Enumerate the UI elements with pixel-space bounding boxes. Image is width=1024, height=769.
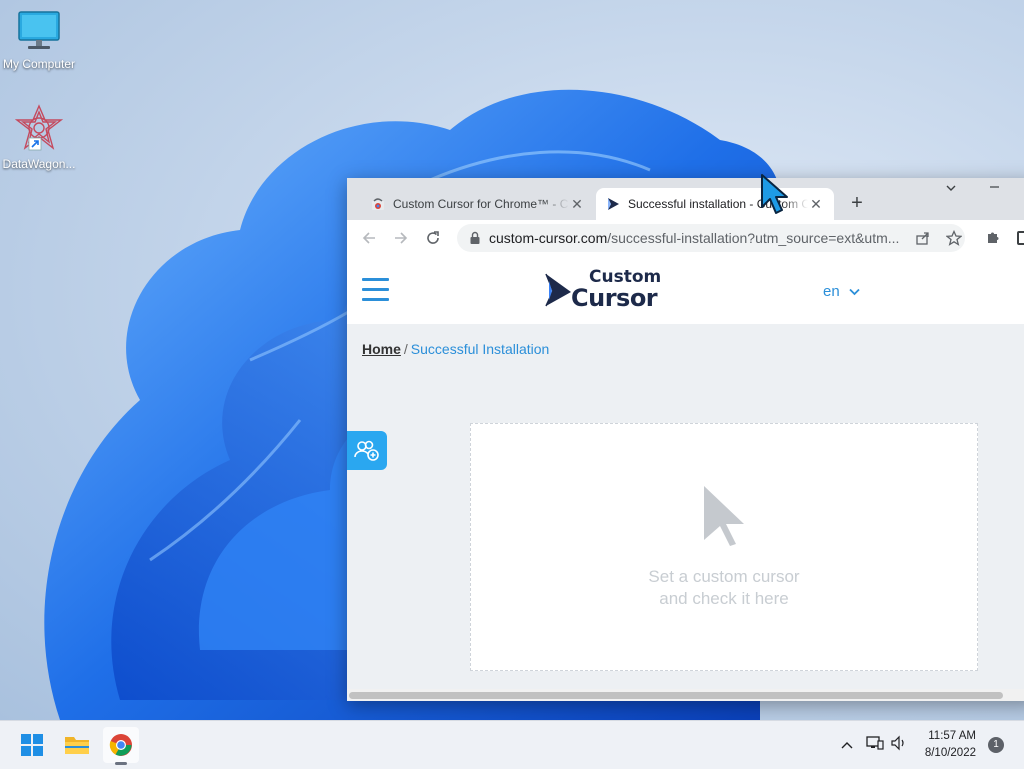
extensions-button[interactable] xyxy=(979,224,1007,252)
forward-arrow-icon xyxy=(395,232,408,244)
hamburger-menu-icon[interactable] xyxy=(362,278,389,301)
clock-date: 8/10/2022 xyxy=(924,747,976,759)
share-icon xyxy=(916,232,929,245)
cursor-test-area[interactable]: Set a custom cursor and check it here xyxy=(470,423,978,671)
desktop-icon-datawagon[interactable]: DataWagon... xyxy=(0,104,78,171)
tab-successful-installation[interactable]: Successful installation - Custom Cursor … xyxy=(596,188,834,220)
site-header: Custom Cursor en xyxy=(347,256,1024,324)
notification-badge[interactable]: 1 xyxy=(988,737,1004,753)
mouse-pointer-icon xyxy=(761,174,788,214)
folder-icon xyxy=(65,737,89,754)
windows-logo-icon xyxy=(21,734,43,756)
reload-icon xyxy=(427,231,439,244)
community-button[interactable] xyxy=(347,431,387,470)
clock-time: 11:57 AM xyxy=(928,730,976,742)
desktop-icon-label: DataWagon... xyxy=(2,157,76,171)
test-area-line-2: and check it here xyxy=(659,589,789,608)
custom-cursor-logo[interactable]: Custom Cursor xyxy=(543,267,673,312)
breadcrumb-home-link[interactable]: Home xyxy=(362,341,401,357)
web-page: Custom Cursor en Home / Successful Install… xyxy=(347,256,1024,701)
new-tab-button[interactable]: + xyxy=(845,192,869,216)
share-button[interactable] xyxy=(909,224,937,252)
show-hidden-icons-chevron-icon[interactable] xyxy=(840,737,854,755)
taskbar: 11:57 AM 8/10/2022 1 xyxy=(0,720,1024,769)
file-explorer-button[interactable] xyxy=(59,727,95,763)
start-button[interactable] xyxy=(14,727,50,763)
tab-title: Custom Cursor for Chrome™ - Chrome Web S… xyxy=(393,197,569,211)
network-icon[interactable] xyxy=(866,735,884,756)
chrome-window: Custom Cursor for Chrome™ - Chrome Web S… xyxy=(347,178,1024,701)
add-user-group-icon xyxy=(354,440,379,461)
breadcrumb-separator: / xyxy=(403,341,408,357)
language-label: en xyxy=(823,283,840,300)
puzzle-icon xyxy=(988,232,999,243)
breadcrumb: Home / Successful Installation xyxy=(362,341,549,357)
url-text: custom-cursor.com/successful-installatio… xyxy=(489,230,900,246)
desktop-icon-my-computer[interactable]: My Computer xyxy=(0,10,78,71)
language-selector[interactable]: en xyxy=(823,283,860,300)
scrollbar-thumb[interactable] xyxy=(349,692,1003,699)
minimize-button[interactable] xyxy=(987,180,1007,200)
system-clock[interactable]: 11:57 AM 8/10/2022 xyxy=(904,728,976,762)
tab-chrome-web-store[interactable]: Custom Cursor for Chrome™ - Chrome Web S… xyxy=(361,188,595,220)
browser-toolbar: custom-cursor.com/successful-installatio… xyxy=(347,220,1024,257)
close-tab-icon[interactable]: ✕ xyxy=(808,196,824,213)
address-bar[interactable]: custom-cursor.com/successful-installatio… xyxy=(457,224,965,252)
custom-cursor-favicon-icon xyxy=(608,198,619,210)
monitor-icon xyxy=(18,11,60,49)
cursor-arrow-icon xyxy=(704,486,744,546)
chrome-taskbar-button[interactable] xyxy=(103,727,139,765)
reload-button[interactable] xyxy=(419,224,447,252)
back-button[interactable] xyxy=(355,224,383,252)
forward-button[interactable] xyxy=(387,224,415,252)
chrome-icon xyxy=(109,734,132,756)
lock-icon[interactable] xyxy=(469,231,481,245)
close-tab-icon[interactable]: ✕ xyxy=(569,196,585,213)
desktop-icon-label: My Computer xyxy=(2,57,76,71)
bookmark-button[interactable] xyxy=(940,224,968,252)
datawagon-logo-icon xyxy=(14,104,64,151)
logo-cursor-icon xyxy=(545,273,571,307)
side-panel-icon[interactable] xyxy=(1017,231,1024,245)
tab-search-chevron-icon[interactable] xyxy=(941,182,961,202)
chevron-down-icon xyxy=(849,288,860,296)
tab-strip: Custom Cursor for Chrome™ - Chrome Web S… xyxy=(347,178,1024,220)
breadcrumb-current: Successful Installation xyxy=(410,341,550,357)
horizontal-scrollbar[interactable] xyxy=(347,689,1024,701)
logo-text-cursor: Cursor xyxy=(571,284,658,312)
star-icon xyxy=(946,230,962,246)
chrome-web-store-icon xyxy=(372,198,384,210)
test-area-line-1: Set a custom cursor xyxy=(648,567,800,586)
test-area-text: Set a custom cursor and check it here xyxy=(471,566,977,610)
back-arrow-icon xyxy=(362,232,375,244)
